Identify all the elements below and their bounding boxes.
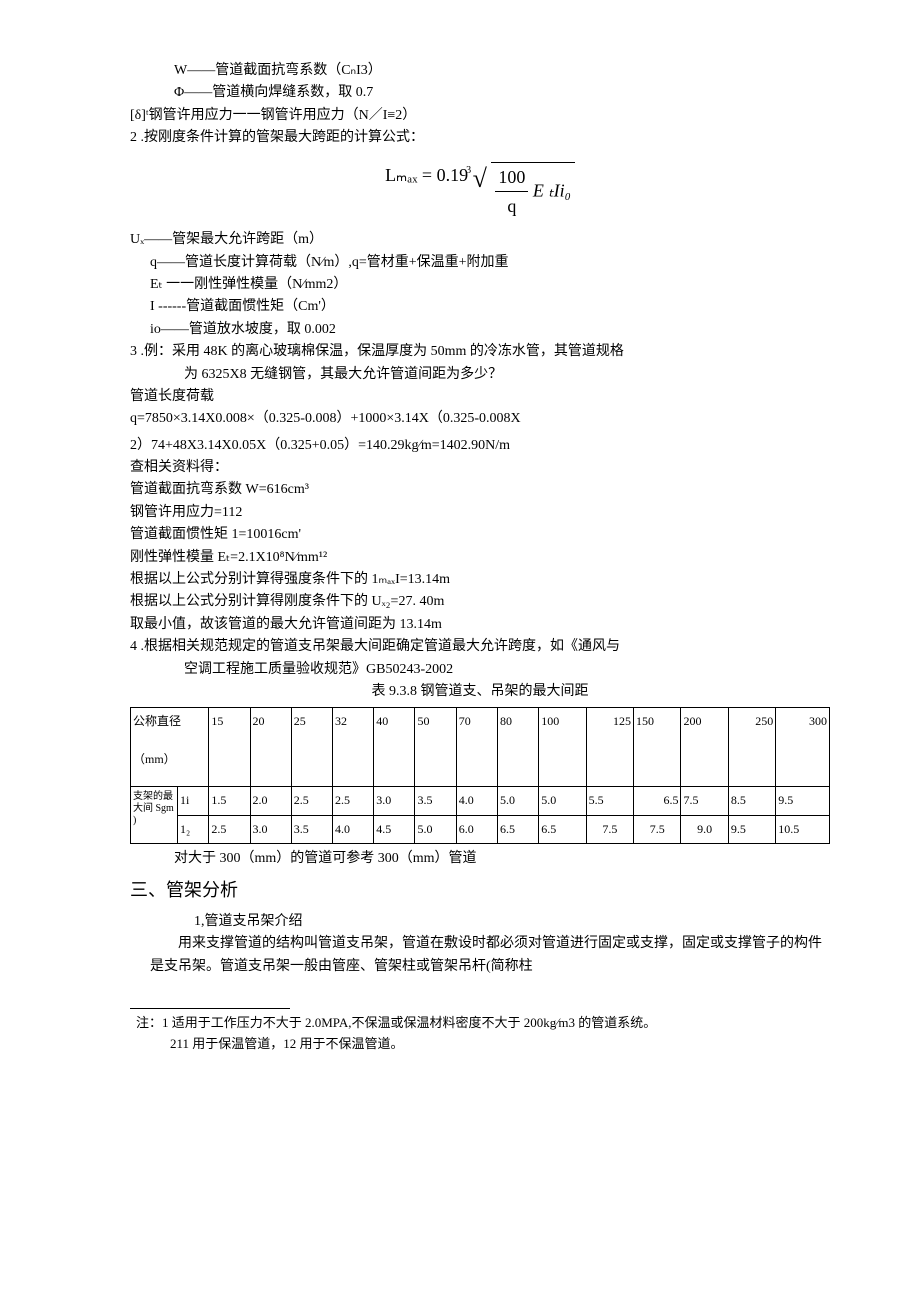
cell: 4.5 bbox=[374, 815, 415, 843]
cell: 3.5 bbox=[291, 815, 332, 843]
col-h: 40 bbox=[374, 708, 415, 787]
col-header-unit: （mm） bbox=[133, 750, 206, 769]
paragraph-1: 用来支撑管道的结构叫管道支吊架，管道在敷设时都必须对管道进行固定或支撑，固定或支… bbox=[150, 933, 830, 978]
table-row: 1₂ 2.5 3.0 3.5 4.0 4.5 5.0 6.0 6.5 6.5 7… bbox=[131, 815, 830, 843]
cell: 6.5 bbox=[497, 815, 538, 843]
col-h: 150 bbox=[634, 708, 681, 787]
table-note: 对大于 300（mm）的管道可参考 300（mm）管道 bbox=[130, 848, 830, 870]
col-h: 20 bbox=[250, 708, 291, 787]
root-index: 3 bbox=[466, 163, 471, 179]
def-W: W——管道截面抗弯系数（CₙI3） bbox=[130, 60, 830, 82]
item-4-line1: 4 .根据相关规范规定的管道支吊架最大间距确定管道最大允许跨度，如《通风与 bbox=[130, 636, 830, 658]
def-delta: [δ]ᵗ钢管许用应力一一钢管许用应力（N／Ι≡2） bbox=[130, 105, 830, 127]
cell: 2.0 bbox=[250, 787, 291, 815]
result-1: 根据以上公式分别计算得强度条件下的 1ₘₐₓI=13.14m bbox=[130, 569, 830, 591]
result-2: 根据以上公式分别计算得刚度条件下的 Uₓ₂=27. 40m bbox=[130, 591, 830, 613]
col-h: 25 bbox=[291, 708, 332, 787]
cell: 6.0 bbox=[456, 815, 497, 843]
footnote-2: 211 用于保温管道，12 用于不保温管道。 bbox=[130, 1034, 830, 1055]
row-label: 1₂ bbox=[178, 815, 209, 843]
def-et: Eₜ 一一刚性弹性模量（N∕mm2） bbox=[130, 274, 830, 296]
cell: 9.5 bbox=[728, 815, 775, 843]
col-h: 300 bbox=[776, 708, 830, 787]
cell: 5.0 bbox=[415, 815, 456, 843]
def-phi: Φ——管道横向焊缝系数，取 0.7 bbox=[130, 82, 830, 104]
item-2: 2 .按刚度条件计算的管架最大跨距的计算公式： bbox=[130, 127, 830, 149]
item-3-line2: 为 6325X8 无缝钢管，其最大允许管道间距为多少？ bbox=[130, 364, 830, 386]
cell: 7.5 bbox=[681, 787, 728, 815]
def-io: io——管道放水坡度，取 0.002 bbox=[130, 319, 830, 341]
table-header-row: 公称直径 （mm） 15 20 25 32 40 50 70 80 100 12… bbox=[131, 708, 830, 787]
spacing-table: 公称直径 （mm） 15 20 25 32 40 50 70 80 100 12… bbox=[130, 707, 830, 843]
val-e: 刚性弹性模量 Eₜ=2.1X10⁸N∕mm¹² bbox=[130, 547, 830, 569]
formula-tail: E ₜIi₀ bbox=[528, 180, 571, 200]
col-h: 32 bbox=[333, 708, 374, 787]
cell: 6.5 bbox=[634, 787, 681, 815]
item-4-line2: 空调工程施工质量验收规范》GB50243-2002 bbox=[130, 659, 830, 681]
def-ux: Uₓ——管架最大允许跨距（m） bbox=[130, 229, 830, 251]
radical-icon: √ bbox=[473, 164, 487, 193]
cell: 3.0 bbox=[374, 787, 415, 815]
col-h: 250 bbox=[728, 708, 775, 787]
cell: 9.0 bbox=[681, 815, 728, 843]
col-h: 125 bbox=[586, 708, 633, 787]
footnote-separator bbox=[130, 1008, 290, 1009]
cell: 6.5 bbox=[539, 815, 586, 843]
frac-num: 100 bbox=[495, 163, 528, 193]
cell: 7.5 bbox=[634, 815, 681, 843]
table-title: 表 9.3.8 钢管道支、吊架的最大间距 bbox=[130, 681, 830, 703]
load-label: 管道长度荷载 bbox=[130, 386, 830, 408]
col-h: 70 bbox=[456, 708, 497, 787]
cell: 4.0 bbox=[456, 787, 497, 815]
cell: 2.5 bbox=[291, 787, 332, 815]
lookup-label: 查相关资料得： bbox=[130, 457, 830, 479]
val-w: 管道截面抗弯系数 W=616cm³ bbox=[130, 479, 830, 501]
col-h: 100 bbox=[539, 708, 586, 787]
table-row: 支架的最大间 Sgm ) 1i 1.5 2.0 2.5 2.5 3.0 3.5 … bbox=[131, 787, 830, 815]
formula-left: Lₘₐₓ = 0.19 bbox=[385, 165, 468, 185]
intro-1: 1,管道支吊架介绍 bbox=[130, 911, 830, 933]
cell: 7.5 bbox=[586, 815, 633, 843]
formula-lmax: Lₘₐₓ = 0.19 3 √ 100 q E ₜIi₀ bbox=[130, 158, 830, 222]
val-sigma: 钢管许用应力=112 bbox=[130, 502, 830, 524]
def-q: q——管道长度计算荷载（N∕m）,q=管材重+保温重+附加重 bbox=[130, 252, 830, 274]
item-3-line1: 3 .例：采用 48K 的离心玻璃棉保温，保温厚度为 50mm 的冷冻水管，其管… bbox=[130, 341, 830, 363]
cell: 8.5 bbox=[728, 787, 775, 815]
row-group-label: 支架的最大间 Sgm ) bbox=[131, 787, 178, 843]
cell: 3.0 bbox=[250, 815, 291, 843]
cell: 9.5 bbox=[776, 787, 830, 815]
equation-line2: 2）74+48X3.14X0.05X（0.325+0.05）=140.29kg∕… bbox=[130, 435, 830, 457]
cell: 10.5 bbox=[776, 815, 830, 843]
result-min: 取最小值，故该管道的最大允许管道间距为 13.14m bbox=[130, 614, 830, 636]
cell: 1.5 bbox=[209, 787, 250, 815]
equation-line1: q=7850×3.14X0.008×（0.325-0.008）+1000×3.1… bbox=[130, 408, 830, 430]
frac-den: q bbox=[495, 192, 528, 221]
col-h: 80 bbox=[497, 708, 538, 787]
col-h: 15 bbox=[209, 708, 250, 787]
section-3-heading: 三、管架分析 bbox=[130, 876, 830, 905]
row-label: 1i bbox=[178, 787, 209, 815]
cell: 5.0 bbox=[539, 787, 586, 815]
cell: 3.5 bbox=[415, 787, 456, 815]
cell: 2.5 bbox=[209, 815, 250, 843]
cell: 2.5 bbox=[333, 787, 374, 815]
col-h: 50 bbox=[415, 708, 456, 787]
def-i: I ------管道截面惯性矩（Cm'） bbox=[130, 296, 830, 318]
footnote-1: 注：1 适用于工作压力不大于 2.0MPA,不保温或保温材料密度不大于 200k… bbox=[130, 1013, 830, 1034]
col-h: 200 bbox=[681, 708, 728, 787]
val-i: 管道截面惯性矩 1=10016cm' bbox=[130, 524, 830, 546]
cell: 4.0 bbox=[333, 815, 374, 843]
cell: 5.5 bbox=[586, 787, 633, 815]
col-header-name: 公称直径 bbox=[133, 712, 206, 731]
cell: 5.0 bbox=[497, 787, 538, 815]
